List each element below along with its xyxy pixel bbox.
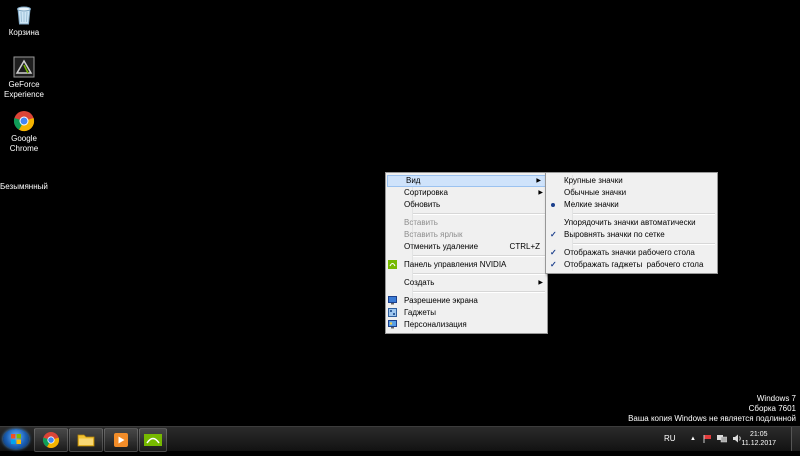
taskbar-nvidia-button[interactable]	[139, 428, 167, 452]
menu-item-label: Отображать значки рабочего стола	[564, 248, 695, 257]
desktop-icon-untitled[interactable]: Безымянный	[0, 168, 48, 192]
submenu-item-small-icons[interactable]: Мелкие значки	[546, 199, 717, 211]
menu-item-label: Сортировка	[404, 188, 448, 197]
taskbar: RU ▲ 21:05 11.12.2017	[0, 426, 800, 452]
menu-item-label: Отображать гаджеты рабочего стола	[564, 260, 704, 269]
radio-selected-icon	[551, 203, 555, 207]
menu-item-label: Обычные значки	[564, 188, 627, 197]
clock-time: 21:05	[749, 431, 768, 438]
menu-item-create[interactable]: Создать ▶	[386, 277, 547, 289]
menu-item-sort[interactable]: Сортировка ▶	[386, 187, 547, 199]
menu-item-gadgets[interactable]: Гаджеты	[386, 307, 547, 319]
menu-item-paste[interactable]: Вставить	[386, 217, 547, 229]
desktop-context-menu: Вид ▶ Сортировка ▶ Обновить Вставить Вст…	[385, 172, 548, 334]
taskbar-explorer-button[interactable]	[69, 428, 103, 452]
menu-item-label: Персонализация	[404, 320, 467, 329]
menu-item-label: Вид	[406, 176, 421, 185]
menu-item-refresh[interactable]: Обновить	[386, 199, 547, 211]
menu-item-undo-delete[interactable]: Отменить удаление CTRL+Z	[386, 241, 547, 253]
menu-item-label: Обновить	[404, 200, 441, 209]
clock-date: 11.12.2017	[741, 440, 776, 447]
watermark-os: Windows 7	[756, 394, 796, 403]
submenu-item-show-desktop-icons[interactable]: ✓ Отображать значки рабочего стола	[546, 247, 717, 259]
language-indicator[interactable]: RU	[664, 427, 676, 451]
menu-separator	[412, 291, 545, 293]
desktop-icon-label: Безымянный	[0, 182, 48, 191]
menu-separator	[412, 273, 545, 275]
submenu-arrow-icon: ▶	[538, 280, 543, 286]
submenu-item-auto-arrange[interactable]: Упорядочить значки автоматически	[546, 217, 717, 229]
menu-item-label: Создать	[404, 278, 435, 287]
menu-separator	[572, 243, 715, 245]
menu-item-nvidia-control-panel[interactable]: Панель управления NVIDIA	[386, 259, 547, 271]
desktop-icon-label: GeForce Experience	[3, 80, 45, 99]
desktop-icon-geforce-experience[interactable]: GeForce Experience	[0, 56, 48, 100]
desktop-icon-label: Корзина	[8, 28, 40, 37]
submenu-item-show-gadgets[interactable]: ✓ Отображать гаджеты рабочего стола	[546, 259, 717, 271]
checkmark-icon: ✓	[550, 248, 557, 257]
watermark-genuine-notice: Ваша копия Windows не является подлинной	[628, 414, 796, 423]
tray-chevron-icon[interactable]: ▲	[690, 427, 696, 451]
menu-item-label: Выровнять значки по сетке	[564, 230, 665, 239]
recycle-bin-icon	[13, 4, 35, 26]
menu-item-personalization[interactable]: Персонализация	[386, 319, 547, 331]
menu-item-label: Панель управления NVIDIA	[404, 260, 507, 269]
menu-item-label: Упорядочить значки автоматически	[564, 218, 696, 227]
chrome-icon	[13, 110, 35, 132]
nvidia-icon	[144, 434, 162, 446]
menu-item-label: Крупные значки	[564, 176, 623, 185]
menu-item-label: Отменить удаление	[404, 242, 479, 251]
personalization-icon	[388, 320, 397, 329]
file-icon	[12, 168, 34, 180]
desktop-icon-recycle-bin[interactable]: Корзина	[0, 4, 48, 38]
desktop-icon-google-chrome[interactable]: Google Chrome	[0, 110, 48, 154]
menu-item-label: Вставить	[404, 218, 438, 227]
menu-item-screen-resolution[interactable]: Разрешение экрана	[386, 295, 547, 307]
watermark-build: Сборка 7601	[748, 404, 796, 413]
chrome-icon	[42, 432, 60, 449]
submenu-arrow-icon: ▶	[536, 178, 541, 184]
menu-item-label: Вставить ярлык	[404, 230, 463, 239]
geforce-experience-icon	[13, 56, 35, 78]
start-button[interactable]	[3, 429, 29, 449]
menu-separator	[572, 213, 715, 215]
menu-item-paste-shortcut[interactable]: Вставить ярлык	[386, 229, 547, 241]
submenu-item-large-icons[interactable]: Крупные значки	[546, 175, 717, 187]
taskbar-clock[interactable]: 21:05 11.12.2017	[741, 430, 776, 448]
network-icon[interactable]	[717, 427, 728, 451]
taskbar-media-player-button[interactable]	[104, 428, 138, 452]
menu-item-label: Мелкие значки	[564, 200, 619, 209]
submenu-item-medium-icons[interactable]: Обычные значки	[546, 187, 717, 199]
gadgets-icon	[388, 308, 397, 317]
view-submenu: Крупные значки Обычные значки Мелкие зна…	[545, 172, 718, 274]
action-center-flag-icon[interactable]	[703, 427, 712, 451]
menu-item-label: Разрешение экрана	[404, 296, 478, 305]
folder-icon	[77, 434, 95, 447]
taskbar-chrome-button[interactable]	[34, 428, 68, 452]
menu-separator	[412, 213, 545, 215]
checkmark-icon: ✓	[550, 260, 557, 269]
menu-separator	[412, 255, 545, 257]
nvidia-icon	[388, 260, 397, 269]
menu-item-view[interactable]: Вид ▶	[387, 175, 546, 187]
submenu-item-align-to-grid[interactable]: ✓ Выровнять значки по сетке	[546, 229, 717, 241]
show-desktop-button[interactable]	[791, 427, 800, 451]
submenu-arrow-icon: ▶	[538, 190, 543, 196]
windows-watermark: Windows 7 Сборка 7601 Ваша копия Windows…	[628, 394, 796, 424]
screen-resolution-icon	[388, 296, 397, 305]
windows-logo-icon	[11, 434, 21, 444]
media-player-icon	[114, 433, 128, 447]
menu-item-shortcut: CTRL+Z	[509, 242, 540, 251]
menu-item-label: Гаджеты	[404, 308, 436, 317]
desktop-icon-label: Google Chrome	[9, 134, 39, 153]
checkmark-icon: ✓	[550, 230, 557, 239]
